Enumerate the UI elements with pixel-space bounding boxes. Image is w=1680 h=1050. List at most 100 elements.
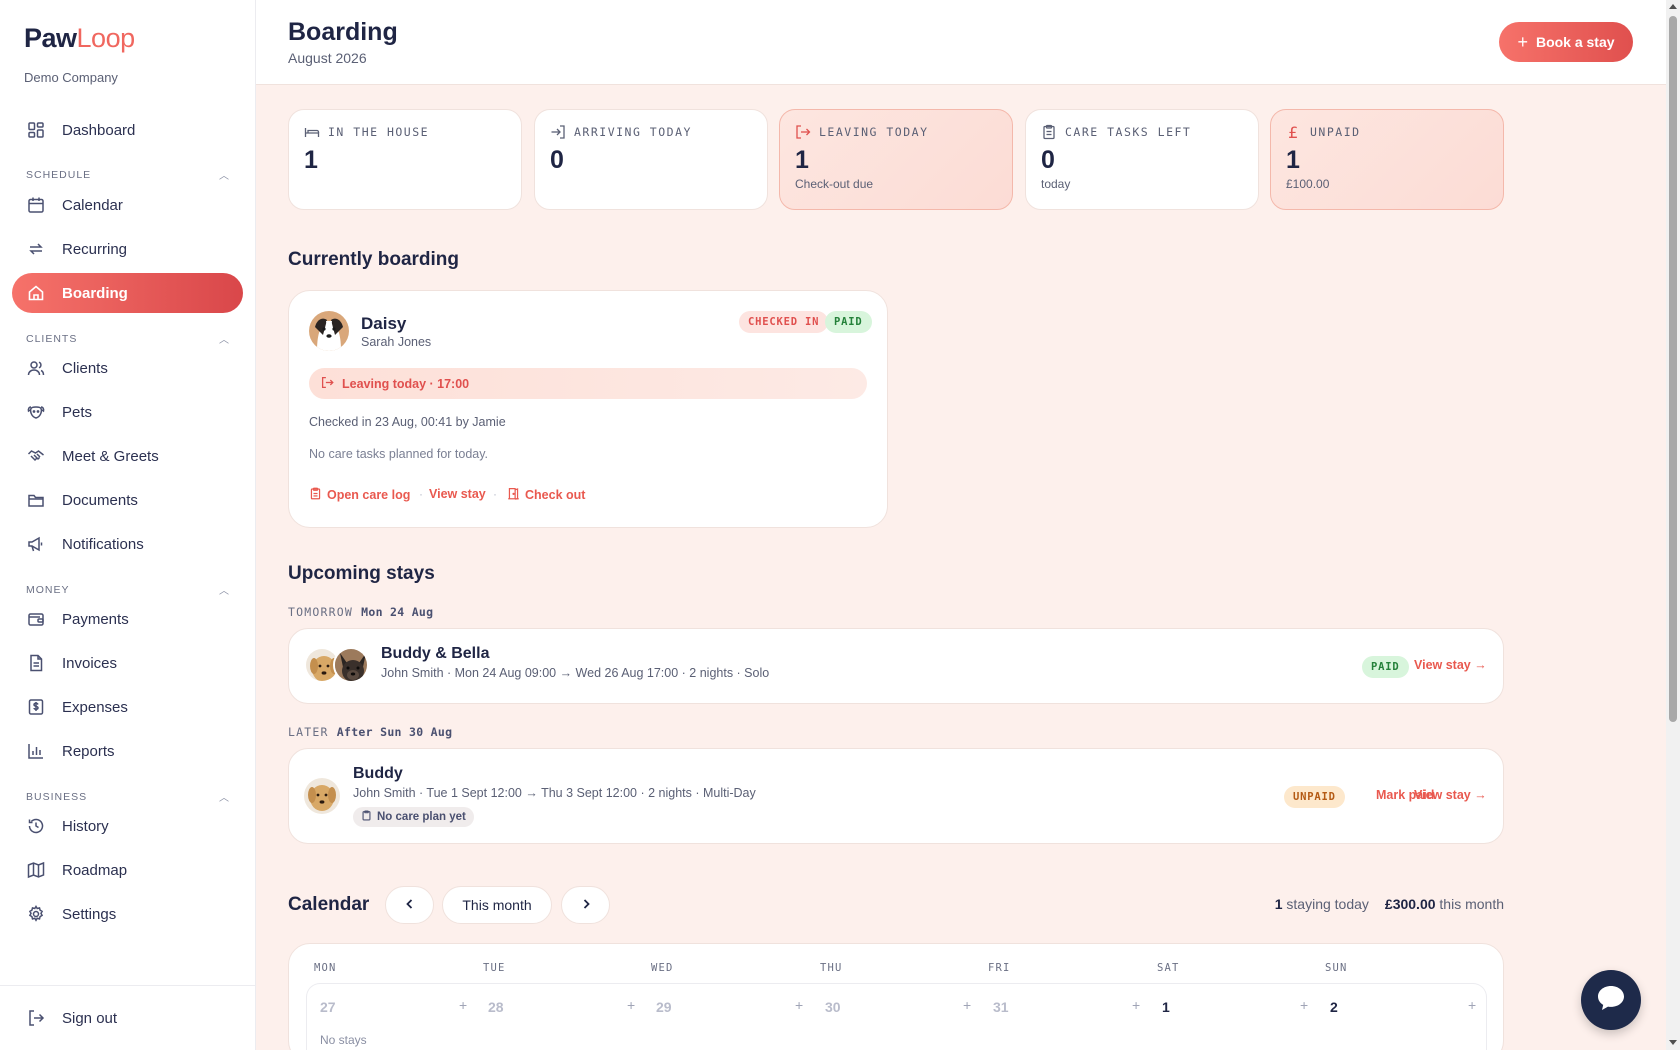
pound-icon: £ [1288,122,1300,142]
sidebar-item-boarding[interactable]: Boarding [12,273,243,313]
sidebar-item-calendar[interactable]: Calendar [12,185,243,225]
sidebar-item-recurring[interactable]: Recurring [12,229,243,269]
chevron-right-icon [580,897,592,913]
gear-icon [26,904,46,924]
no-care-plan-chip[interactable]: No care plan yet [353,807,474,827]
weekday-label: SUN [1325,962,1348,974]
sidebar-item-history[interactable]: History [12,806,243,846]
day-cell[interactable]: 27 [320,999,336,1015]
separator-dot: · [493,487,497,501]
sidebar-item-label: Expenses [62,698,128,716]
day-cell[interactable]: 31 [993,999,1009,1015]
view-stay-link[interactable]: View stay [429,487,486,501]
add-stay-plus-icon[interactable]: + [1468,997,1476,1013]
stat-card-in-house[interactable]: IN THE HOUSE 1 [288,109,522,210]
sidebar-item-label: Documents [62,491,138,509]
section-clients[interactable]: CLIENTS ︿ [26,331,230,347]
company-name: Demo Company [24,70,118,85]
add-stay-plus-icon[interactable]: + [1300,997,1308,1013]
month-label: this month [1439,896,1504,912]
add-stay-plus-icon[interactable]: + [963,997,971,1013]
check-out-link[interactable]: Check out [507,487,585,503]
folder-icon [26,490,46,510]
add-stay-plus-icon[interactable]: + [795,997,803,1013]
add-stay-plus-icon[interactable]: + [1132,997,1140,1013]
view-stay-link[interactable]: View stay → [1414,658,1487,672]
section-schedule[interactable]: SCHEDULE ︿ [26,167,230,183]
calendar-next-button[interactable] [561,886,610,924]
staying-count: 1 [1274,896,1283,912]
sidebar-item-dashboard[interactable]: Dashboard [12,110,243,150]
sidebar-item-documents[interactable]: Documents [12,480,243,520]
upcoming-stays-heading: Upcoming stays [288,563,435,584]
sidebar-item-label: Pets [62,403,93,421]
section-business[interactable]: BUSINESS ︿ [26,789,230,805]
day-cell[interactable]: 2 [1330,999,1338,1015]
sidebar-item-notifications[interactable]: Notifications [12,524,243,564]
calendar-prev-button[interactable] [385,886,434,924]
day-cell[interactable]: 30 [825,999,841,1015]
sidebar: PawLoop Demo Company Dashboard SCHEDULE ︿… [0,0,256,1050]
group-date: After Sun 30 Aug [336,725,453,739]
sidebar-item-meet-greets[interactable]: Meet & Greets [12,436,243,476]
staying-today-summary: 1 staying today [1275,896,1369,912]
sidebar-item-label: Invoices [62,654,118,672]
scrollbar-thumb[interactable] [1669,16,1677,722]
page-title: Boarding [288,18,398,46]
stay-row-buddy[interactable]: Buddy John Smith · Tue 1 Sept 12:00 → Th… [288,748,1504,844]
day-cell[interactable]: 28 [488,999,504,1015]
button-label: This month [462,897,532,913]
users-icon [26,358,46,378]
stat-card-arriving[interactable]: ARRIVING TODAY 0 [534,109,768,210]
sidebar-item-payments[interactable]: Payments [12,599,243,639]
sidebar-item-expenses[interactable]: Expenses [12,687,243,727]
day-cell[interactable]: 1 [1162,999,1170,1015]
app-logo[interactable]: PawLoop [24,22,135,54]
chevron-up-icon: ︿ [219,335,230,346]
scroll-down-arrow-icon[interactable] [1669,1040,1677,1045]
owner-name[interactable]: Sarah Jones [361,335,431,349]
stay-row-buddy-bella[interactable]: Buddy & Bella John Smith · Mon 24 Aug 09… [288,628,1504,704]
pet-avatar-daisy[interactable] [309,311,349,351]
section-label-text: BUSINESS [26,790,88,803]
chat-support-button[interactable] [1581,970,1641,1030]
book-stay-label: Book a stay [1535,34,1615,50]
pet-name[interactable]: Daisy [361,314,406,334]
sidebar-item-label: History [62,817,109,835]
add-stay-plus-icon[interactable]: + [459,997,467,1013]
sidebar-item-reports[interactable]: Reports [12,731,243,771]
sidebar-item-settings[interactable]: Settings [12,894,243,934]
sidebar-item-label: Reports [62,742,115,760]
sidebar-item-roadmap[interactable]: Roadmap [12,850,243,890]
stat-note: Check-out due [795,177,874,191]
stay-pet-names[interactable]: Buddy [353,765,403,783]
stat-card-care-tasks[interactable]: CARE TASKS LEFT 0 today [1025,109,1259,210]
sidebar-item-clients[interactable]: Clients [12,348,243,388]
page-scrollbar[interactable] [1666,0,1680,1050]
book-stay-button[interactable]: + Book a stay [1499,22,1633,62]
stat-card-unpaid[interactable]: £ UNPAID 1 £100.00 [1270,109,1504,210]
scroll-up-arrow-icon[interactable] [1669,4,1677,9]
care-tasks-info: No care tasks planned for today. [309,447,489,461]
sign-out-button[interactable]: Sign out [12,998,243,1038]
stay-pet-names[interactable]: Buddy & Bella [381,645,489,663]
sidebar-item-label: Roadmap [62,861,128,879]
link-label: View stay → [1414,788,1487,802]
stat-card-leaving[interactable]: LEAVING TODAY 1 Check-out due [779,109,1013,210]
calendar-this-month-button[interactable]: This month [442,886,552,924]
section-money[interactable]: MONEY ︿ [26,582,230,598]
boarding-card[interactable]: Daisy Sarah Jones CHECKED IN PAID Leavin… [288,290,888,528]
stat-note: today [1041,177,1071,191]
stat-label: UNPAID [1310,125,1361,139]
view-stay-link[interactable]: View stay → [1414,788,1487,802]
payment-badge-paid: PAID [825,311,872,333]
repeat-icon [26,239,46,259]
group-label-text: TOMORROW [288,605,353,619]
add-stay-plus-icon[interactable]: + [627,997,635,1013]
open-care-log-link[interactable]: Open care log [309,487,410,503]
sidebar-item-pets[interactable]: Pets [12,392,243,432]
logout-arrow-icon [321,376,334,392]
sidebar-item-invoices[interactable]: Invoices [12,643,243,683]
day-cell[interactable]: 29 [656,999,672,1015]
calendar-heading: Calendar [288,894,370,915]
